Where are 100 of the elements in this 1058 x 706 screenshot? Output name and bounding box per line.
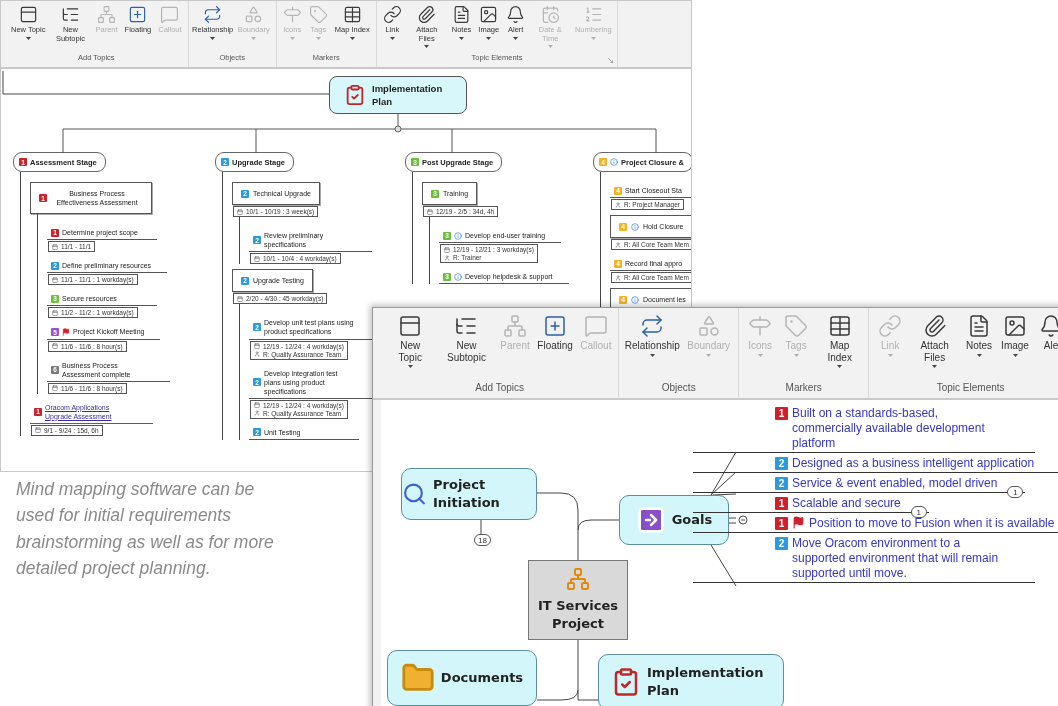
number-badge: 2 [775,457,788,470]
goal-label: Designed as a business intelligent application [792,456,1035,471]
main-topic[interactable]: Documents [387,650,537,706]
group-label: Add Topics [475,382,524,395]
ribbon-button[interactable]: Relationship [627,314,678,382]
info-icon [631,295,639,304]
caret-icon [976,353,982,357]
bell-icon [506,5,526,24]
loop-arrows-icon [203,5,223,24]
person-icon [444,254,450,261]
speech-bubble-icon [583,314,608,338]
goal-label: Position to move to Fusion when it is available [809,516,1055,531]
group-label: Objects [661,382,696,395]
caret-icon [757,353,763,357]
checklist-icon [344,84,366,106]
caret-icon [793,353,799,357]
caret-icon [547,45,553,49]
junction-dot-icon[interactable] [394,125,402,133]
panel-icon [18,5,38,24]
image-icon [479,5,499,24]
topic-label: IT Services Project [537,596,619,633]
number-badge: 1 [775,407,788,420]
caret-icon [706,353,712,357]
topic-label: Implementation Plan [372,81,442,109]
topic-label: Implementation Plan [647,663,765,700]
main-topic[interactable]: Implementation Plan [598,654,784,706]
caret-icon [289,36,295,40]
main-topic[interactable]: Goals [619,495,729,545]
link-icon [382,5,402,24]
goal-label: Built on a standards-based, commercially available development platform [792,406,986,451]
calendar-icon [254,343,260,350]
minus-circle-icon[interactable] [738,515,748,525]
tag-icon [784,314,809,338]
square-plus-icon [543,314,568,338]
info-icon [610,158,618,166]
loop-arrows-icon [640,314,665,338]
numbered-list-icon [583,5,603,24]
caret-icon [389,36,395,40]
caret-icon [251,36,257,40]
number-badge: 2 [775,537,788,550]
caret-icon [424,45,430,49]
panel-icon [398,314,423,338]
caret-icon [486,36,492,40]
caret-icon [887,353,893,357]
document-icon [967,314,991,338]
ribbon-button[interactable]: Attach Files [913,314,956,382]
caret-icon [1012,353,1018,357]
caret-icon [513,36,519,40]
signpost-icon [282,5,302,24]
caret-icon [459,36,465,40]
number-badge: 2 [775,477,788,490]
group-label: Topic Elements [936,382,1005,395]
ribbon-button[interactable]: Floating [538,314,572,382]
info-icon [454,231,462,240]
caret-icon [407,365,413,368]
caret-icon [837,365,843,368]
caret-icon [649,353,655,357]
signpost-icon [748,314,773,338]
central-topic[interactable]: IT Services Project [528,560,628,640]
paperclip-icon [922,314,947,338]
ribbon-button[interactable]: Notes [966,314,992,382]
tree-icon [60,5,80,24]
count-badge: 1 [1007,486,1024,498]
goal-label: Service & event enabled, model driven [792,476,998,491]
flag-icon [62,328,70,336]
number-badge: 1 [775,497,788,510]
ribbon-button[interactable]: Ale [1038,314,1058,382]
network-icon [503,314,528,338]
table-icon [827,314,852,338]
ribbon-button[interactable]: New Subtopic [441,314,492,382]
speech-bubble-icon [160,5,180,24]
ribbon-button[interactable]: Image [1002,314,1028,382]
caret-icon [590,36,596,40]
topic-label: Project Initiation [433,475,501,512]
tag-icon [308,5,328,24]
topic-label: Goals [671,510,713,529]
main-topic[interactable]: Project Initiation [401,468,537,520]
count-badge: 1 [910,506,927,518]
link-icon [878,314,903,338]
caret-icon [315,36,321,40]
connector-line [480,519,482,535]
network-icon [97,5,116,24]
caret-icon [210,36,216,40]
square-plus-icon [128,5,148,24]
ribbon-button[interactable]: Map Index [819,314,861,382]
shapes-icon [244,5,264,24]
ribbon-button[interactable]: New Topic [389,314,432,382]
group-label: Markers [785,382,822,395]
caret-icon [25,36,31,40]
goal-label: Move Oracom environment to a supported environment that will remain supported until move. [792,536,1000,581]
number-badge: 1 [775,517,788,530]
central-topic[interactable]: Implementation Plan [329,76,467,114]
info-icon [454,272,462,281]
goal-label: Scalable and secure [792,496,901,511]
caret-icon [932,365,938,368]
bell-icon [1039,314,1058,338]
table-icon [342,5,362,24]
calendar-icon [254,402,260,409]
connector-line [536,639,599,701]
shapes-icon [696,314,721,338]
